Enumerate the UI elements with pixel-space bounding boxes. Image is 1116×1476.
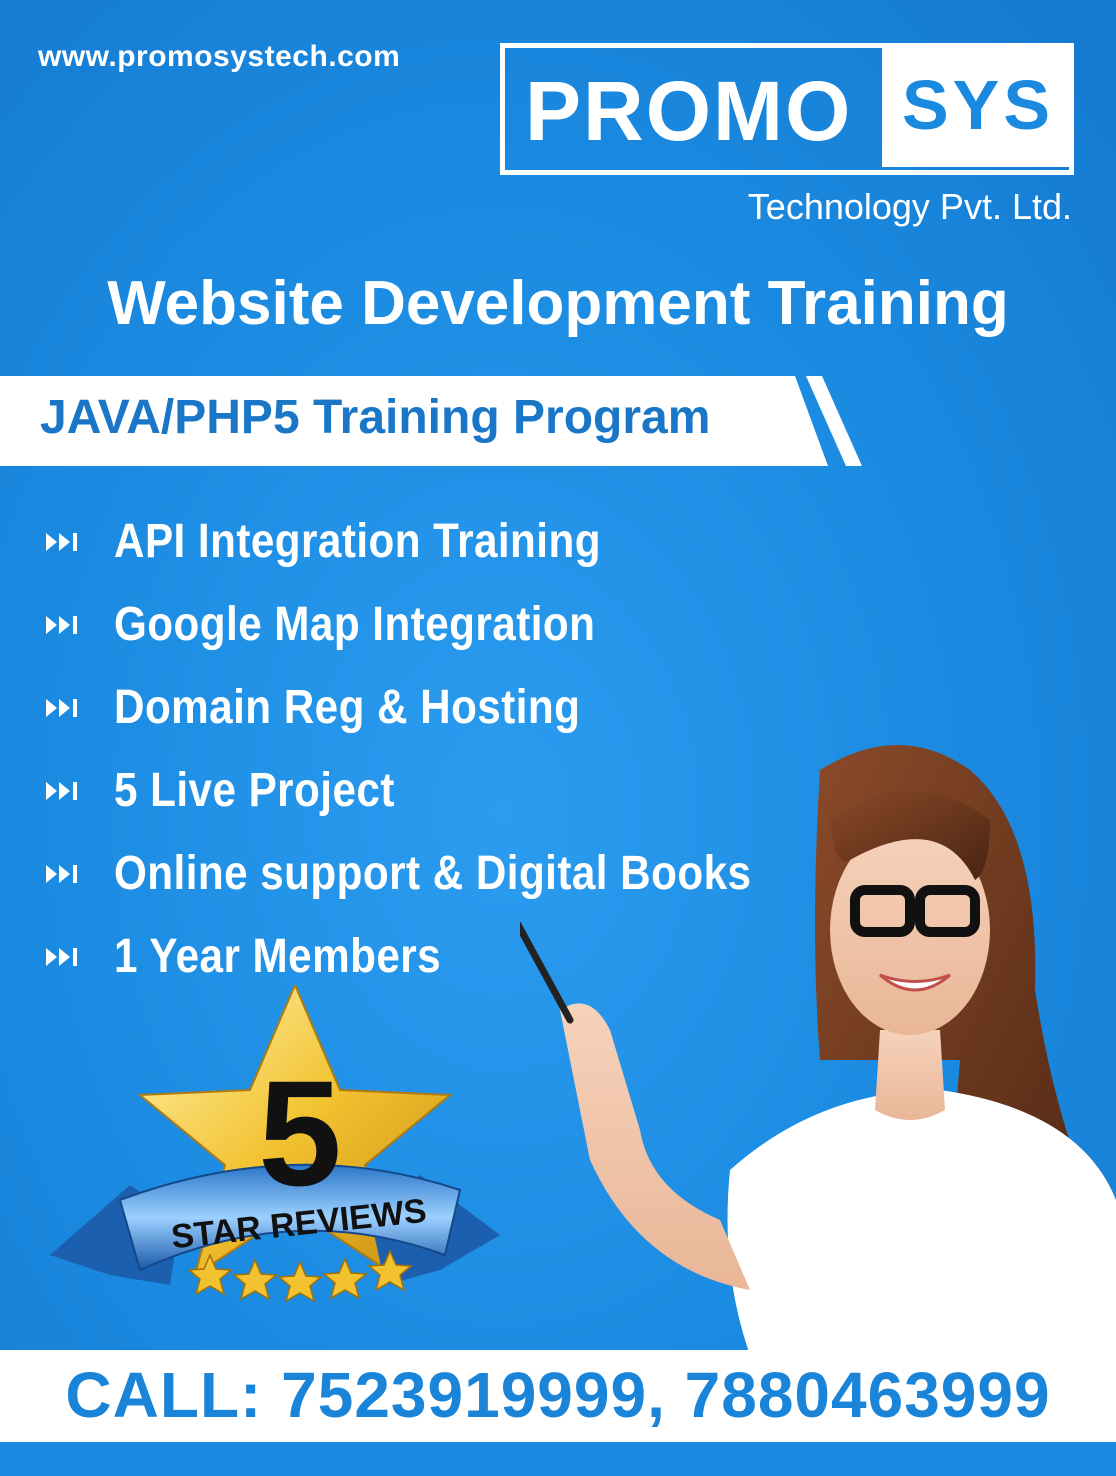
fast-forward-icon: [46, 698, 77, 717]
list-item: API Integration Training: [44, 500, 838, 583]
website-url[interactable]: www.promosystech.com: [38, 40, 400, 74]
contact-bar: CALL: 7523919999, 7880463999: [0, 1350, 1116, 1442]
company-logo: PROMO SYS: [500, 43, 1074, 175]
feature-text: API Integration Training: [114, 515, 601, 568]
five-star-badge: 5 STAR REVIEWS: [50, 985, 500, 1303]
company-tagline: Technology Pvt. Ltd.: [747, 186, 1072, 227]
fast-forward-icon: [46, 615, 77, 634]
feature-text: 5 Live Project: [114, 764, 395, 817]
bottom-strip: [0, 1442, 1116, 1476]
list-item: Google Map Integration: [44, 583, 838, 666]
fast-forward-icon: [46, 532, 77, 551]
headline: Website Development Training: [107, 269, 1009, 338]
fast-forward-icon: [46, 781, 77, 800]
logo-promo-text: PROMO: [525, 64, 853, 158]
feature-text: Domain Reg & Hosting: [114, 681, 581, 734]
badge-number: 5: [258, 1049, 341, 1217]
fast-forward-icon: [46, 947, 77, 966]
poster: www.promosystech.com PROMO SYS Technolog…: [0, 0, 1116, 1476]
feature-text: 1 Year Members: [114, 930, 442, 983]
logo-sys-text: SYS: [882, 43, 1074, 167]
woman-with-pen-image: [520, 745, 1116, 1355]
contact-phone[interactable]: CALL: 7523919999, 7880463999: [0, 1358, 1116, 1432]
feature-text: Google Map Integration: [114, 598, 596, 651]
program-ribbon: JAVA/PHP5 Training Program: [0, 376, 870, 466]
program-title: JAVA/PHP5 Training Program: [40, 391, 711, 444]
pen-icon: [520, 921, 574, 1024]
fast-forward-icon: [46, 864, 77, 883]
